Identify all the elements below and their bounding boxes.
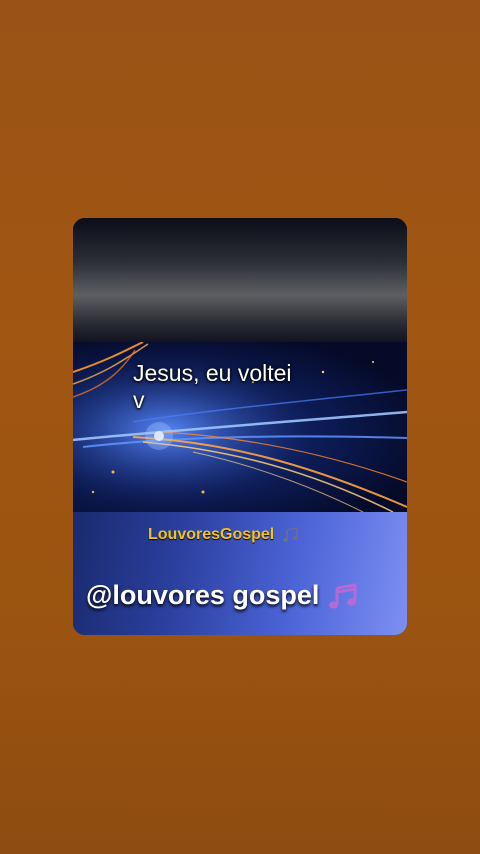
lyric-caption: Jesus, eu voltei v: [133, 360, 292, 414]
handle-text: @louvores gospel: [86, 580, 320, 610]
video-card[interactable]: Jesus, eu voltei v LouvoresGospel @louvo…: [73, 218, 407, 635]
account-handle[interactable]: @louvores gospel: [86, 580, 360, 611]
lyric-line-2: v: [133, 387, 145, 413]
video-frame[interactable]: Jesus, eu voltei v: [73, 342, 407, 512]
channel-watermark: LouvoresGospel: [148, 526, 300, 544]
blurred-header-area: [73, 218, 407, 342]
lyric-line-1: Jesus, eu voltei: [133, 360, 292, 386]
music-notes-icon: [328, 583, 357, 609]
music-notes-icon: [282, 526, 298, 542]
watermark-text: LouvoresGospel: [148, 526, 275, 543]
caption-area: LouvoresGospel @louvores gospel: [73, 512, 407, 635]
